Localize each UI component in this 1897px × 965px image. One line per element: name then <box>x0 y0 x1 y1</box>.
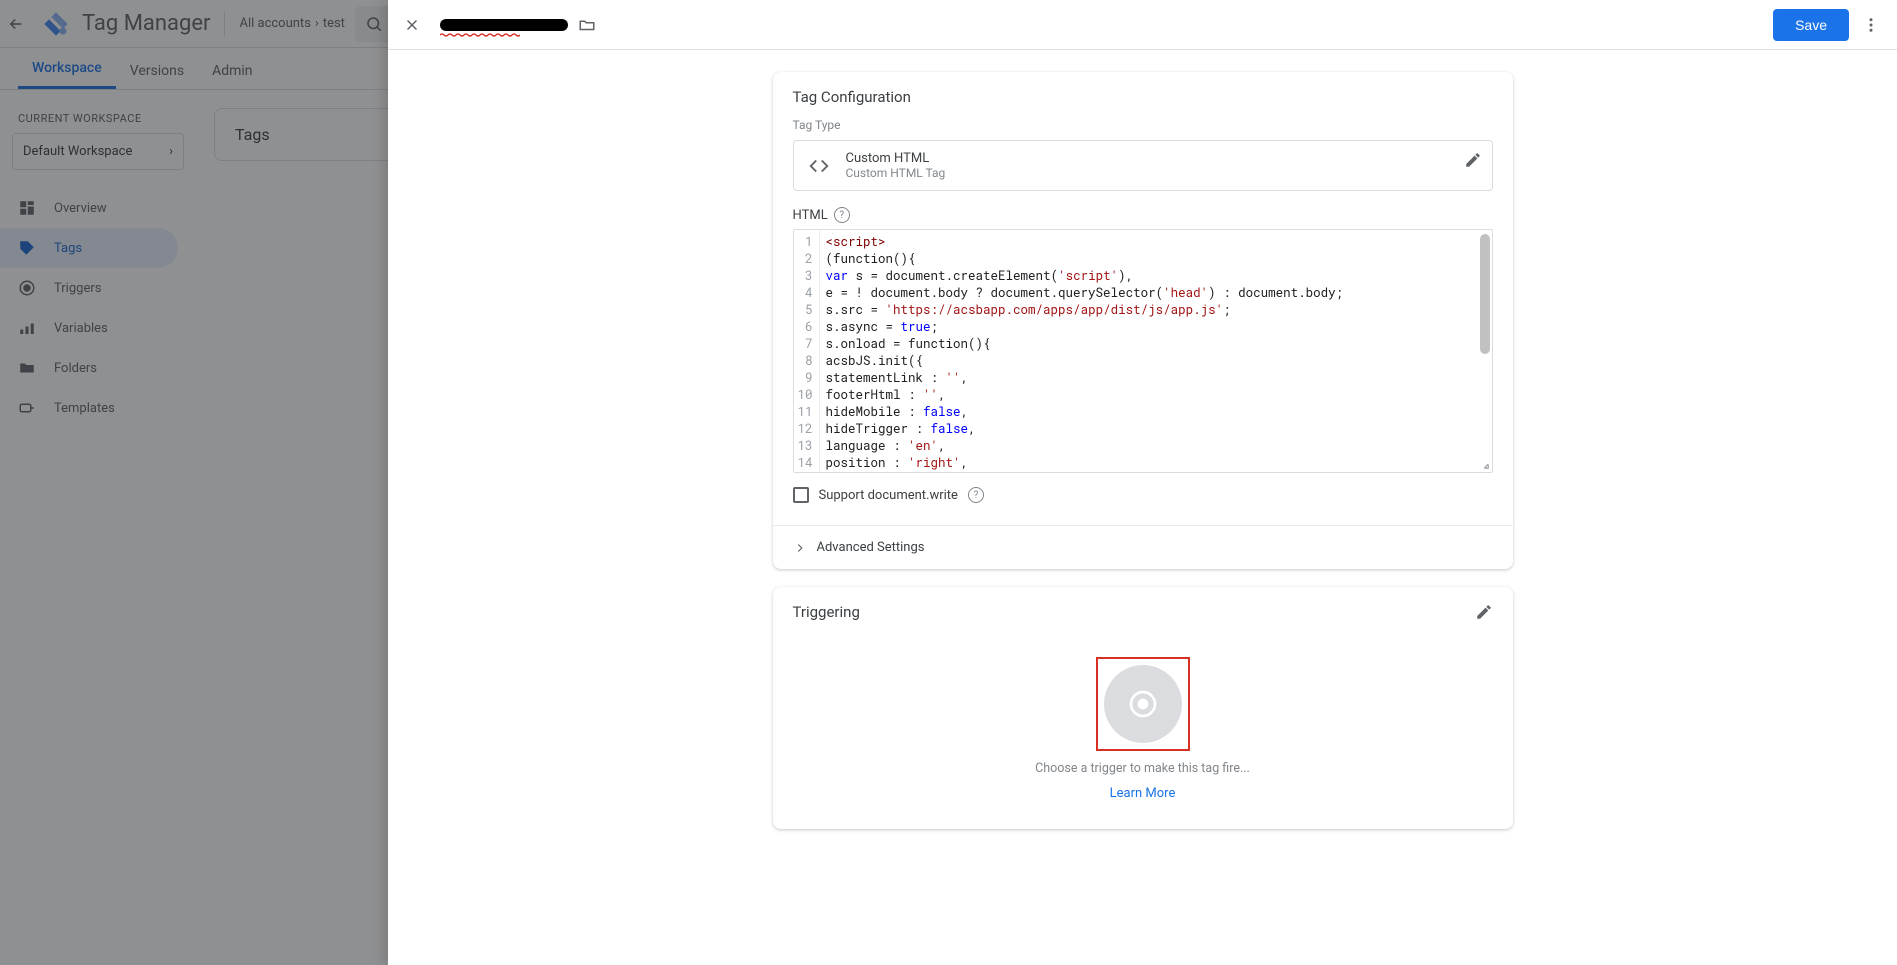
code-token: <script> <box>826 234 886 250</box>
support-document-write-label: Support document.write <box>819 488 958 503</box>
panel-body: Tag Configuration Tag Type Custom HTML C… <box>388 50 1897 965</box>
advanced-settings-label: Advanced Settings <box>817 540 925 555</box>
code-token: 'en' <box>908 438 938 454</box>
trigger-icon <box>1127 688 1159 720</box>
html-field-label: HTML <box>793 208 828 223</box>
code-token: false <box>931 421 969 437</box>
html-code-editor[interactable]: 12345678910111213141516171819 <script> (… <box>793 229 1493 473</box>
code-token: hideMobile : <box>826 404 924 420</box>
tag-configuration-title: Tag Configuration <box>773 72 1513 118</box>
advanced-settings-toggle[interactable]: Advanced Settings <box>773 525 1513 569</box>
code-token: true <box>901 319 931 335</box>
close-button[interactable] <box>398 11 426 39</box>
triggering-title: Triggering <box>793 603 860 621</box>
code-token: '' <box>946 370 961 386</box>
code-token: hideTrigger : <box>826 421 931 437</box>
code-token: , <box>938 387 946 403</box>
code-token: s.onload = function(){ <box>826 336 991 352</box>
code-token: (function(){ <box>826 251 916 267</box>
trigger-empty-state: Choose a trigger to make this tag fire..… <box>773 633 1513 829</box>
code-token: 'script' <box>1058 268 1118 284</box>
code-token: statementLink : <box>826 370 946 386</box>
panel-header: Save <box>388 0 1897 50</box>
folder-outline-icon[interactable] <box>578 16 596 34</box>
chevron-right-icon <box>793 541 807 555</box>
code-token: , <box>961 404 969 420</box>
code-token: 'right' <box>908 455 961 471</box>
add-trigger-button[interactable] <box>1104 665 1182 743</box>
code-token: , <box>968 421 976 437</box>
code-token: position : <box>826 455 909 471</box>
scrollbar[interactable] <box>1480 234 1490 354</box>
code-token: e = ! document.body ? document.querySele… <box>826 285 1164 301</box>
code-token: , <box>961 455 969 471</box>
code-token: '' <box>923 387 938 403</box>
checkbox[interactable] <box>793 487 809 503</box>
code-gutter: 12345678910111213141516171819 <box>794 230 820 472</box>
code-token: , <box>938 438 946 454</box>
learn-more-link[interactable]: Learn More <box>1110 786 1176 801</box>
code-brackets-icon <box>806 153 832 179</box>
code-token: s.src = <box>826 302 886 318</box>
code-token: false <box>923 404 961 420</box>
triggering-card: Triggering Choose a trigger to make this… <box>773 587 1513 829</box>
tag-name-redacted <box>440 19 568 31</box>
tag-type-subtitle: Custom HTML Tag <box>846 166 946 180</box>
modal-backdrop[interactable] <box>0 0 388 965</box>
help-icon[interactable]: ? <box>834 207 850 223</box>
save-button[interactable]: Save <box>1773 9 1849 41</box>
tag-name-field[interactable] <box>440 16 596 34</box>
code-token: ; <box>931 319 939 335</box>
code-content[interactable]: <script> (function(){ var s = document.c… <box>820 230 1492 472</box>
code-token: ; <box>1223 302 1231 318</box>
spellcheck-underline <box>440 33 520 37</box>
tag-configuration-card: Tag Configuration Tag Type Custom HTML C… <box>773 72 1513 569</box>
edit-triggering-button[interactable] <box>1475 603 1493 621</box>
tag-type-selector[interactable]: Custom HTML Custom HTML Tag <box>793 140 1493 191</box>
resize-handle-icon[interactable] <box>1476 456 1490 470</box>
edit-tag-type-button[interactable] <box>1464 151 1482 169</box>
code-token: language : <box>826 438 909 454</box>
more-options-button[interactable] <box>1855 9 1887 41</box>
code-token: 'https://acsbapp.com/apps/app/dist/js/ap… <box>886 302 1224 318</box>
tag-type-name: Custom HTML <box>846 151 946 166</box>
support-document-write-row[interactable]: Support document.write ? <box>793 487 1493 503</box>
code-token: footerHtml : <box>826 387 924 403</box>
code-token: s = document.createElement( <box>848 268 1058 284</box>
code-token: var <box>826 268 849 284</box>
code-token: ) : document.body; <box>1208 285 1343 301</box>
tag-editor-panel: Save Tag Configuration Tag Type Custom H… <box>388 0 1897 965</box>
code-token: s.async = <box>826 319 901 335</box>
code-token: 'head' <box>1163 285 1208 301</box>
code-token: acsbJS.init({ <box>826 353 924 369</box>
tag-type-label: Tag Type <box>793 118 1493 132</box>
trigger-highlight-box <box>1096 657 1190 751</box>
code-token: ), <box>1118 268 1133 284</box>
help-icon[interactable]: ? <box>968 487 984 503</box>
trigger-hint-text: Choose a trigger to make this tag fire..… <box>1035 761 1250 776</box>
code-token: , <box>961 370 969 386</box>
